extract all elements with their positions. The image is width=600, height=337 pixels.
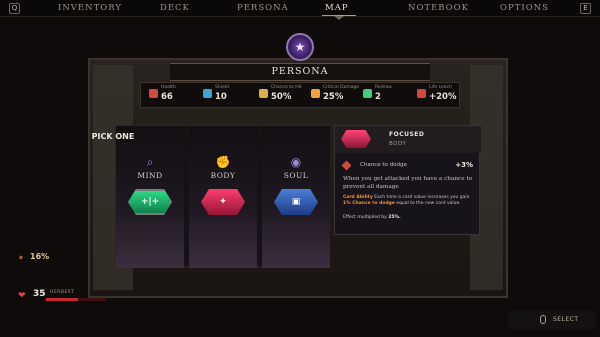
health-bar-fill [46, 298, 78, 301]
ability-text-2: equal to the new card value. [396, 201, 461, 206]
nav-left-key[interactable]: Q [9, 3, 20, 14]
percent-value: 16% [30, 252, 50, 261]
active-tab-arrow-icon [334, 16, 344, 20]
tab-map[interactable]: MAP [325, 3, 349, 13]
soul-gem-icon[interactable]: ▣ [274, 189, 318, 215]
mind-icon: ⌕ [146, 155, 154, 169]
stat-value: 25% [323, 92, 344, 102]
tab-persona[interactable]: PERSONA [237, 3, 289, 13]
detail-multiplier: Effect multiplied by 25%. [343, 215, 401, 220]
tab-deck[interactable]: DECK [160, 3, 190, 13]
select-label: SELECT [553, 316, 579, 323]
stat-value: +20% [429, 92, 457, 102]
redraw-icon [363, 89, 372, 98]
detail-ability: Card Ability Each time a card value incr… [343, 195, 475, 207]
stat-value: 10 [215, 92, 227, 102]
stat-value: 50% [271, 92, 292, 102]
tab-inventory[interactable]: INVENTORY [58, 3, 122, 13]
heart-icon: ❤ [18, 291, 26, 301]
pick-one-heading: PICK ONE [91, 132, 135, 141]
dodge-icon [341, 160, 352, 171]
burst-icon [311, 89, 320, 98]
nav-right-key[interactable]: E [580, 3, 591, 14]
shield-icon [203, 89, 212, 98]
detail-card: FOCUSED BODY Chance to dodge +3% When yo… [334, 125, 481, 235]
mouse-icon [540, 315, 546, 324]
stat-label: Health [161, 85, 176, 90]
mind-gem-icon[interactable]: +|+ [128, 189, 172, 215]
stat-label: Life Leech [429, 85, 452, 90]
target-icon [259, 89, 268, 98]
choice-soul[interactable]: ◉ SOUL ▣ [262, 126, 330, 268]
tab-options[interactable]: OPTIONS [500, 3, 549, 13]
flame-icon: ✶ [18, 254, 24, 262]
panel-title: PERSONA [170, 63, 430, 81]
heart-icon [149, 89, 158, 98]
soul-icon: ◉ [290, 155, 302, 169]
detail-stat-value: +3% [455, 161, 473, 169]
tab-notebook[interactable]: NOTEBOOK [408, 3, 469, 13]
detail-header: FOCUSED BODY [335, 126, 481, 153]
multiplier-text: Effect multiplied by [343, 215, 387, 220]
health-value: 35 [33, 289, 46, 299]
stat-value: 66 [161, 92, 173, 102]
ability-label: Card Ability [343, 195, 373, 200]
body-icon: ✊ [215, 155, 231, 169]
choice-body[interactable]: ✊ BODY ✦ [189, 126, 257, 268]
leech-icon [417, 89, 426, 98]
body-gem-icon[interactable]: ✦ [201, 189, 245, 215]
stat-label: Redraw [375, 85, 392, 90]
ability-text-1: Each time a card value increases you gai… [374, 195, 470, 200]
stat-label: Chance to Hit [271, 85, 302, 90]
choice-label: SOUL [283, 171, 309, 180]
detail-title: FOCUSED [389, 131, 425, 138]
choice-label: MIND [137, 171, 163, 180]
multiplier-value: 25%. [388, 215, 401, 220]
top-nav: Q INVENTORY DECK PERSONA MAP NOTEBOOK OP… [0, 0, 600, 20]
choice-mind[interactable]: ⌕ MIND +|+ [116, 126, 184, 268]
detail-description: When you get attacked you have a chance … [343, 176, 473, 190]
choice-panel: ⌕ MIND +|+ ✊ BODY ✦ ◉ SOUL ▣ [115, 125, 330, 268]
health-bar [46, 298, 106, 301]
stat-value: 2 [375, 92, 381, 102]
ability-highlight: 1% Chance to dodge [343, 201, 395, 206]
choice-label: BODY [210, 171, 236, 180]
select-prompt[interactable]: SELECT [508, 311, 596, 329]
persona-emblem-icon: ★ [286, 33, 314, 61]
detail-stat-label: Chance to dodge [360, 162, 407, 168]
stat-label: Shield [215, 85, 229, 90]
focused-gem-icon [341, 130, 371, 148]
stats-bar: Health 66 Shield 10 Chance to Hit 50% Cr… [140, 82, 460, 108]
detail-subtitle: BODY [389, 141, 407, 147]
stat-label: Critical Damage [323, 85, 360, 90]
character-name: HERBERT [50, 290, 75, 295]
detail-stat-row: Chance to dodge +3% [341, 160, 473, 171]
health-hud: ❤ 35 HERBERT [18, 289, 108, 305]
